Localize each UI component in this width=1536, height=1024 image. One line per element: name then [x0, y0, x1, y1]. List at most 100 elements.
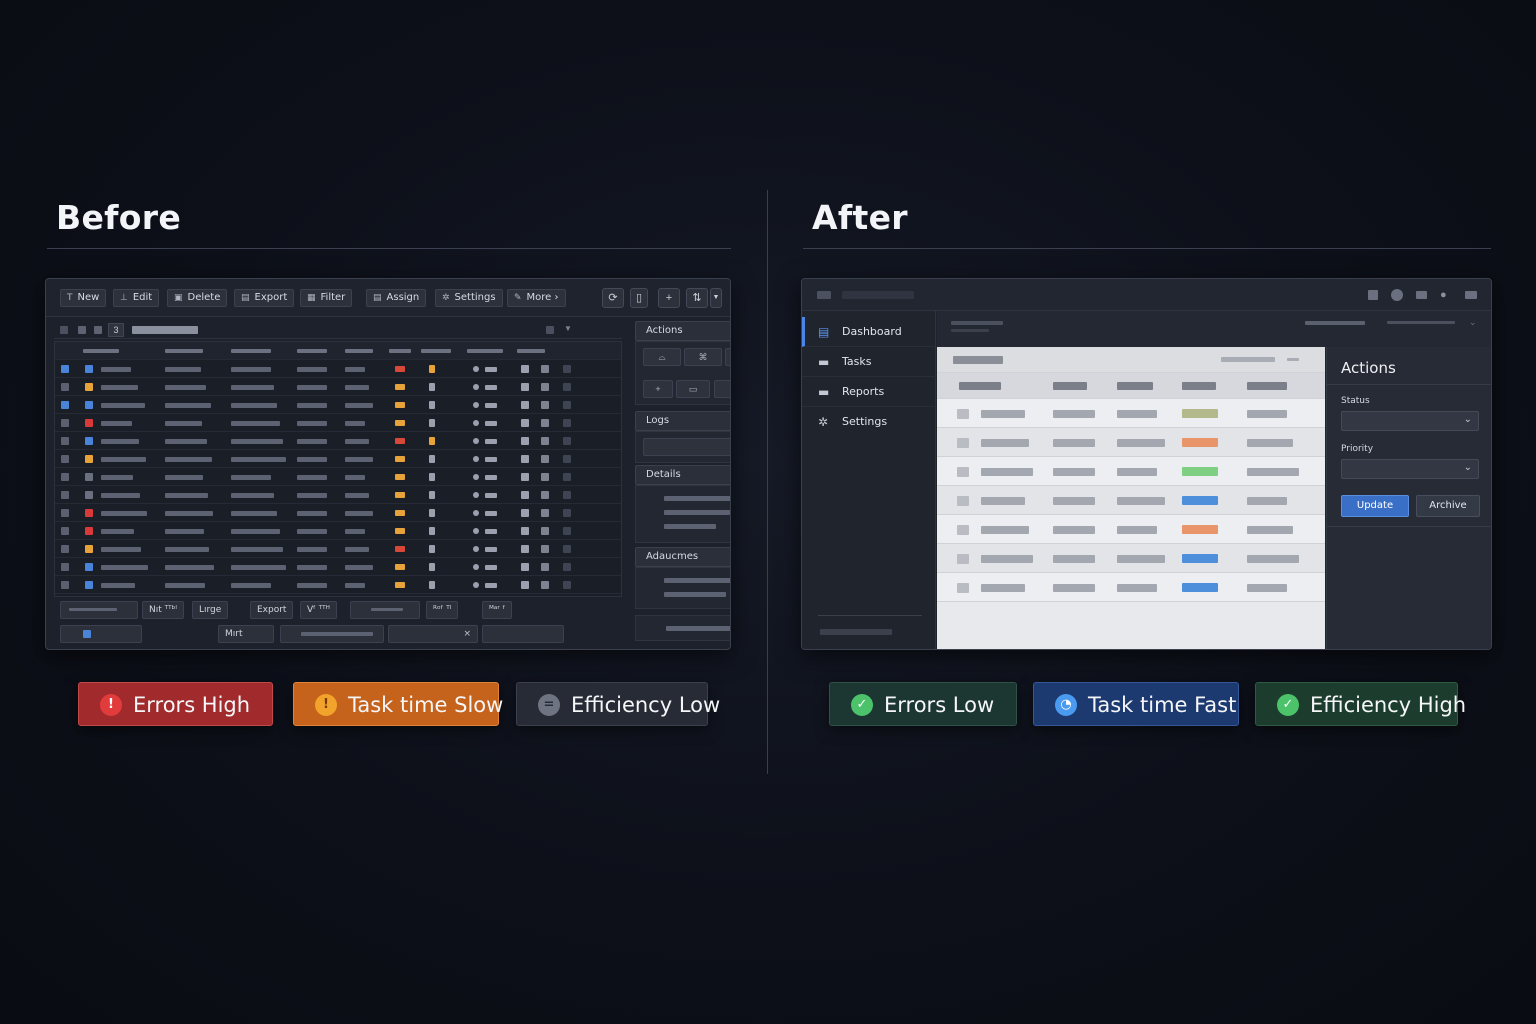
- action-icon-button[interactable]: ⇆: [725, 348, 730, 366]
- table-row[interactable]: [55, 576, 621, 594]
- task-time-slow-badge: ! Task time Slow: [293, 682, 503, 726]
- row-action-icon: [541, 527, 549, 535]
- user-icon[interactable]: ●: [1440, 289, 1447, 301]
- search-field[interactable]: [132, 326, 198, 334]
- chevron-down-icon[interactable]: ▼: [564, 324, 572, 333]
- more-button[interactable]: ✎ More ›: [507, 289, 566, 307]
- footer-btn-7[interactable]: ᴹᵃʳ ᶠ: [482, 601, 513, 619]
- grid-icon[interactable]: [1368, 290, 1378, 300]
- notifications-icon[interactable]: [1391, 289, 1403, 301]
- nav-tasks[interactable]: ▬ Tasks: [802, 347, 936, 377]
- actions-panel-header[interactable]: Actions▼: [635, 321, 730, 341]
- close-icon[interactable]: ×: [463, 626, 471, 642]
- table-row[interactable]: [55, 414, 621, 432]
- chevron-down-icon[interactable]: ▼: [710, 288, 722, 308]
- after-divider: [803, 248, 1491, 249]
- cell: [485, 439, 497, 444]
- nav-reports[interactable]: ▬ Reports: [802, 377, 936, 407]
- footer-btn-4[interactable]: ᐯᶠ ᵀᵀᴴ: [300, 601, 337, 619]
- export-button[interactable]: ▤ Export: [234, 289, 295, 307]
- add-column-icon[interactable]: +: [658, 288, 680, 308]
- page-size-select[interactable]: [60, 601, 138, 619]
- table-row[interactable]: [55, 468, 621, 486]
- attachments-panel-header[interactable]: Adaucmes▼: [635, 547, 730, 567]
- action-field[interactable]: [714, 380, 730, 398]
- new-button[interactable]: T New: [60, 289, 107, 307]
- add-icon[interactable]: +: [643, 380, 673, 398]
- logs-filter[interactable]: [643, 438, 730, 456]
- chevron-down-icon[interactable]: ⌄: [1469, 317, 1477, 328]
- cell: [981, 526, 1029, 534]
- cell: [231, 457, 286, 462]
- footer-btn-2[interactable]: Lırge: [192, 601, 229, 619]
- cell: [231, 439, 283, 444]
- cell: [1117, 555, 1165, 563]
- footer-btn-5[interactable]: [350, 601, 420, 619]
- action-icon-button[interactable]: ⌓: [643, 348, 681, 366]
- table-row[interactable]: [937, 399, 1325, 428]
- app-logo-icon: [817, 291, 831, 299]
- select-all-icon[interactable]: [60, 326, 68, 334]
- cell: [165, 385, 206, 390]
- table-row[interactable]: [55, 486, 621, 504]
- table-row[interactable]: [55, 396, 621, 414]
- view-icon[interactable]: [78, 326, 86, 334]
- header-tab[interactable]: [1305, 321, 1365, 325]
- table-row[interactable]: [55, 378, 621, 396]
- action-icon-button[interactable]: ▭: [676, 380, 710, 398]
- cell: [297, 439, 327, 444]
- assign-button[interactable]: ▤ Assign: [366, 289, 427, 307]
- archive-button[interactable]: Archive: [1416, 495, 1480, 517]
- refresh-icon[interactable]: ⟳: [602, 288, 624, 308]
- menu-icon[interactable]: [1465, 291, 1477, 299]
- details-panel-body: [635, 485, 730, 543]
- cell: [345, 457, 373, 462]
- table-row[interactable]: [55, 504, 621, 522]
- status-select[interactable]: ⌄: [1341, 411, 1479, 431]
- filter-button[interactable]: ▦ Filter: [300, 289, 353, 307]
- edit-button[interactable]: ⊥ Edit: [113, 289, 160, 307]
- footer-search[interactable]: ×: [388, 625, 478, 643]
- mail-icon[interactable]: [1416, 291, 1427, 299]
- table-row[interactable]: [937, 544, 1325, 573]
- table-row[interactable]: [937, 573, 1325, 602]
- lock-icon[interactable]: ▯: [630, 288, 648, 308]
- row-action-icon: [541, 563, 549, 571]
- delete-button[interactable]: ▣ Delete: [167, 289, 228, 307]
- cell: [101, 457, 146, 462]
- table-row[interactable]: [937, 457, 1325, 486]
- efficiency-low-label: Efficiency Low: [571, 693, 721, 717]
- footer-btn-6[interactable]: ᴿᵒᶠ ᵀᴵ: [426, 601, 459, 619]
- footer-btn-1[interactable]: Nıt ᵀᵀᵇˡ: [142, 601, 184, 619]
- details-panel-header[interactable]: Details▼: [635, 465, 730, 485]
- footer-export-button[interactable]: Export: [250, 601, 294, 619]
- action-icon-button[interactable]: ⌘: [684, 348, 722, 366]
- header-tab[interactable]: [1387, 321, 1455, 324]
- footer-more-button[interactable]: Mırt: [218, 625, 274, 643]
- nav-settings[interactable]: ✲ Settings: [802, 407, 936, 437]
- table-row[interactable]: [937, 428, 1325, 457]
- table-row[interactable]: [55, 522, 621, 540]
- row-type-icon: [85, 383, 93, 391]
- logs-panel-header[interactable]: Logs▼: [635, 411, 730, 431]
- table-row[interactable]: [937, 515, 1325, 544]
- cell: [165, 529, 204, 534]
- table-row[interactable]: [55, 558, 621, 576]
- table-row[interactable]: [55, 432, 621, 450]
- update-button[interactable]: Update: [1341, 495, 1409, 517]
- detail-line: [664, 496, 730, 501]
- priority-select[interactable]: ⌄: [1341, 459, 1479, 479]
- table-row[interactable]: [55, 450, 621, 468]
- settings-button[interactable]: ✲ Settings: [435, 289, 503, 307]
- nav-dashboard[interactable]: ▤ Dashboard: [802, 317, 936, 347]
- view-icon[interactable]: [94, 326, 102, 334]
- table-row[interactable]: [55, 540, 621, 558]
- cell: [345, 529, 365, 534]
- table-row[interactable]: [55, 360, 621, 378]
- row-action-icon: [521, 563, 529, 571]
- table-row[interactable]: [937, 486, 1325, 515]
- sort-icon[interactable]: ⇅: [686, 288, 708, 308]
- columns-icon[interactable]: [546, 326, 554, 334]
- footer-pager[interactable]: [482, 625, 564, 643]
- row-checkbox: [957, 583, 969, 593]
